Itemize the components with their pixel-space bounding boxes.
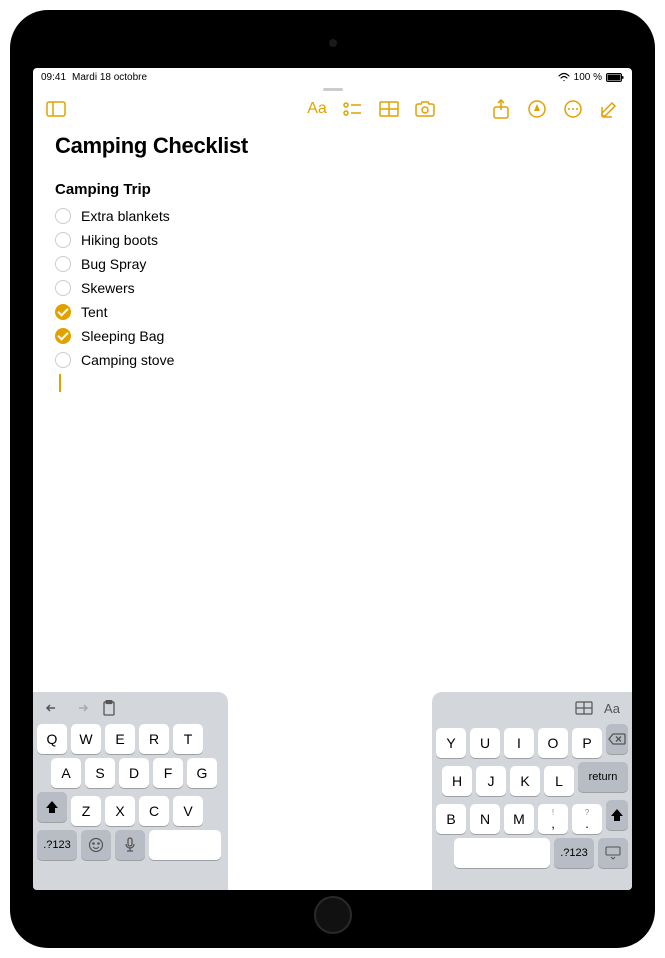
checklist-item[interactable]: Tent (55, 300, 610, 324)
backspace-key[interactable] (606, 724, 628, 754)
checklist-item-label[interactable]: Skewers (81, 280, 135, 296)
emoji-key[interactable] (81, 830, 111, 860)
checklist-item-label[interactable]: Camping stove (81, 352, 174, 368)
screen: 09:41 Mardi 18 octobre 100 % Aa (33, 68, 632, 890)
key-h[interactable]: H (442, 766, 472, 796)
key-s[interactable]: S (85, 758, 115, 788)
key-v[interactable]: V (173, 796, 203, 826)
undo-icon[interactable] (43, 698, 63, 718)
shift-key[interactable] (37, 792, 67, 822)
checklist[interactable]: Extra blankets Hiking boots Bug Spray Skewe… (55, 204, 610, 372)
status-date: Mardi 18 octobre (72, 72, 147, 83)
battery-icon (606, 73, 624, 82)
space-key-left[interactable] (149, 830, 221, 860)
dismiss-keyboard-key[interactable] (598, 838, 628, 868)
camera-icon[interactable] (412, 96, 438, 122)
format-text-icon[interactable]: Aa (304, 96, 330, 122)
key-m[interactable]: M (504, 804, 534, 834)
key-q[interactable]: Q (37, 724, 67, 754)
text-cursor (59, 374, 61, 392)
sidebar-toggle-icon[interactable] (43, 96, 69, 122)
checklist-checkbox[interactable] (55, 352, 71, 368)
checklist-checkbox[interactable] (55, 280, 71, 296)
key-e[interactable]: E (105, 724, 135, 754)
front-camera (329, 39, 337, 47)
key-n[interactable]: N (470, 804, 500, 834)
key-comma[interactable]: !, (538, 804, 568, 834)
checklist-item[interactable]: Sleeping Bag (55, 324, 610, 348)
checklist-checkbox[interactable] (55, 256, 71, 272)
key-j[interactable]: J (476, 766, 506, 796)
space-key-right[interactable] (454, 838, 550, 868)
wifi-icon (558, 72, 570, 82)
checklist-item[interactable]: Extra blankets (55, 204, 610, 228)
clipboard-icon[interactable] (99, 698, 119, 718)
note-toolbar: Aa (33, 91, 632, 127)
key-t[interactable]: T (173, 724, 203, 754)
numbers-key-right[interactable]: .?123 (554, 838, 594, 868)
dictation-key[interactable] (115, 830, 145, 860)
key-y[interactable]: Y (436, 728, 466, 758)
shift-key-right[interactable] (606, 800, 628, 830)
key-k[interactable]: K (510, 766, 540, 796)
compose-icon[interactable] (596, 96, 622, 122)
key-g[interactable]: G (187, 758, 217, 788)
more-icon[interactable] (560, 96, 586, 122)
checklist-item-label[interactable]: Bug Spray (81, 256, 146, 272)
key-u[interactable]: U (470, 728, 500, 758)
key-i[interactable]: I (504, 728, 534, 758)
table-shortcut-icon[interactable] (574, 698, 594, 718)
key-period[interactable]: ?. (572, 804, 602, 834)
share-icon[interactable] (488, 96, 514, 122)
key-z[interactable]: Z (71, 796, 101, 826)
table-icon[interactable] (376, 96, 402, 122)
checklist-item-label[interactable]: Sleeping Bag (81, 328, 164, 344)
key-o[interactable]: O (538, 728, 568, 758)
redo-icon[interactable] (71, 698, 91, 718)
checklist-item[interactable]: Skewers (55, 276, 610, 300)
format-shortcut-icon[interactable]: Aa (602, 698, 622, 718)
key-p[interactable]: P (572, 728, 602, 758)
key-w[interactable]: W (71, 724, 101, 754)
home-button[interactable] (314, 896, 352, 934)
status-bar: 09:41 Mardi 18 octobre 100 % (33, 68, 632, 86)
checklist-checkbox[interactable] (55, 232, 71, 248)
key-b[interactable]: B (436, 804, 466, 834)
checklist-item[interactable]: Bug Spray (55, 252, 610, 276)
return-key[interactable]: return (578, 762, 628, 792)
checklist-checkbox[interactable] (55, 328, 71, 344)
keyboard-right-half: Aa YUIOP HJKL return BNM!,?. .?123 (432, 692, 632, 890)
key-d[interactable]: D (119, 758, 149, 788)
status-time: 09:41 (41, 72, 66, 83)
checklist-item[interactable]: Camping stove (55, 348, 610, 372)
checklist-item[interactable]: Hiking boots (55, 228, 610, 252)
keyboard-left-half: QWERT ASDFG ZXCV .?123 (33, 692, 228, 890)
key-f[interactable]: F (153, 758, 183, 788)
key-l[interactable]: L (544, 766, 574, 796)
key-r[interactable]: R (139, 724, 169, 754)
checklist-item-label[interactable]: Tent (81, 304, 107, 320)
key-c[interactable]: C (139, 796, 169, 826)
checklist-item-label[interactable]: Extra blankets (81, 208, 170, 224)
checklist-checkbox[interactable] (55, 304, 71, 320)
note-subtitle[interactable]: Camping Trip (55, 181, 610, 198)
key-x[interactable]: X (105, 796, 135, 826)
note-title[interactable]: Camping Checklist (55, 133, 610, 159)
checklist-checkbox[interactable] (55, 208, 71, 224)
numbers-key-left[interactable]: .?123 (37, 830, 77, 860)
ipad-frame: 09:41 Mardi 18 octobre 100 % Aa (10, 10, 655, 948)
checklist-icon[interactable] (340, 96, 366, 122)
checklist-item-label[interactable]: Hiking boots (81, 232, 158, 248)
battery-percent: 100 % (574, 72, 602, 83)
key-a[interactable]: A (51, 758, 81, 788)
markup-icon[interactable] (524, 96, 550, 122)
